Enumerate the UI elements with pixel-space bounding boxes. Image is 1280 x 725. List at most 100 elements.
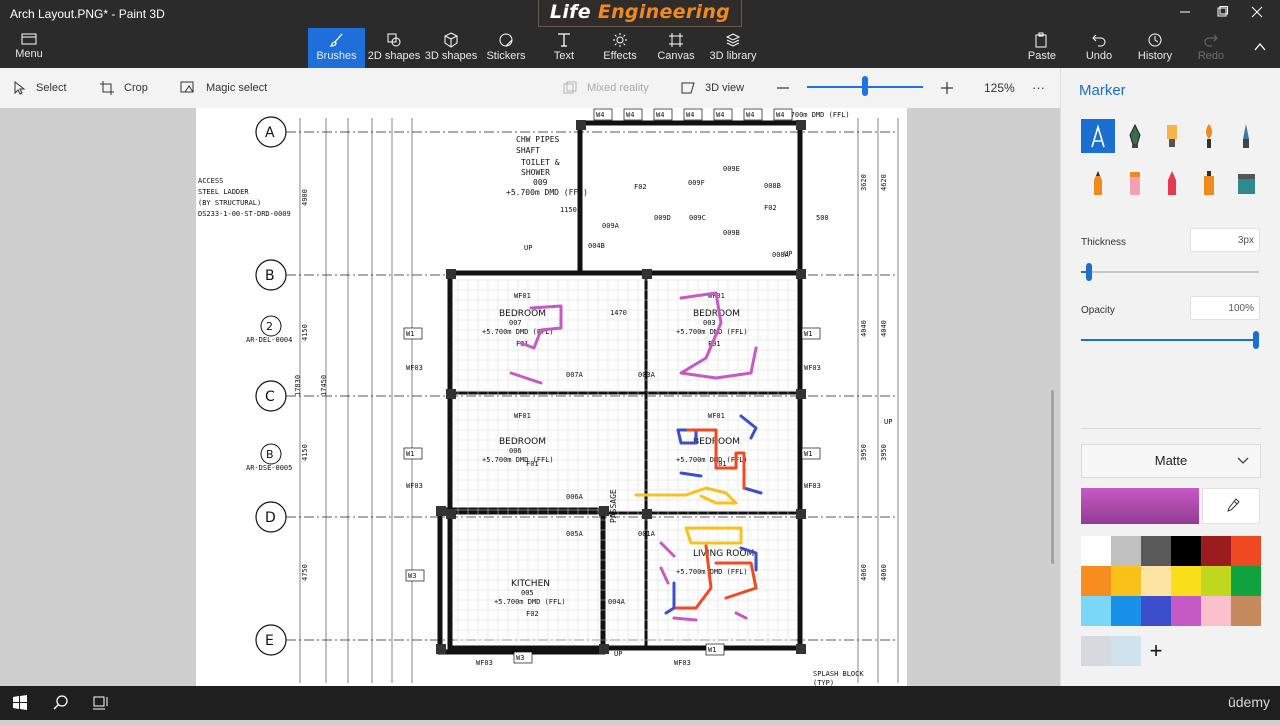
select-tool[interactable]: Select — [14, 68, 67, 108]
tab-effects[interactable]: Effects — [596, 28, 644, 68]
search-icon — [53, 695, 68, 710]
brush-spray-can[interactable] — [1192, 166, 1226, 200]
brush-crayon[interactable] — [1155, 166, 1189, 200]
brush-fill[interactable] — [1229, 166, 1263, 200]
plan-tag: 1150 — [560, 206, 577, 214]
color-swatch[interactable] — [1081, 566, 1111, 596]
zoom-in-button[interactable] — [940, 68, 964, 108]
watercolor-icon — [1206, 124, 1212, 148]
color-swatch[interactable] — [1081, 596, 1111, 626]
dimension-text: 17830 — [294, 375, 302, 396]
opacity-input[interactable]: 100% — [1190, 296, 1260, 320]
search-button[interactable] — [40, 686, 80, 720]
window-tag-text: W4 — [686, 111, 694, 119]
more-options-button[interactable]: ··· — [1032, 68, 1045, 108]
crop-tool[interactable]: Crop — [100, 68, 148, 108]
thickness-input[interactable]: 3px — [1190, 228, 1260, 252]
crayon-icon — [1168, 171, 1176, 195]
start-button[interactable] — [0, 686, 40, 720]
history-button[interactable]: History — [1132, 28, 1178, 68]
color-swatch[interactable] — [1231, 596, 1261, 626]
vertical-scrollbar[interactable] — [1051, 390, 1054, 564]
current-color-swatch[interactable] — [1081, 488, 1199, 524]
thickness-slider-track[interactable] — [1081, 271, 1259, 273]
drawing-canvas[interactable]: A B C D E 4900 4150 4150 4750 17830 17450 2 AR-DEL-0… — [196, 108, 907, 686]
task-view-button[interactable] — [80, 686, 120, 720]
chevron-down-icon — [1237, 457, 1249, 464]
tab-text[interactable]: Text — [540, 28, 588, 68]
watermark-part2: Engineering — [590, 1, 731, 23]
3d-view-button[interactable]: 3D view — [681, 68, 744, 108]
brush-watercolor[interactable] — [1192, 119, 1226, 153]
color-swatch[interactable] — [1171, 596, 1201, 626]
color-swatch[interactable] — [1111, 536, 1141, 566]
tab-label: 3D library — [709, 50, 757, 62]
color-swatch[interactable] — [1141, 596, 1171, 626]
note-text: STEEL LADDER — [198, 188, 249, 196]
history-label: History — [1137, 50, 1173, 62]
window-tag-text: W1 — [804, 450, 812, 458]
color-swatch[interactable] — [1201, 596, 1231, 626]
plan-tag: 009F — [688, 179, 705, 187]
eyedropper-button[interactable] — [1202, 488, 1260, 524]
color-swatch[interactable] — [1231, 536, 1261, 566]
paste-button[interactable]: Paste — [1020, 28, 1064, 68]
tab-3d-shapes[interactable]: 3D shapes — [424, 28, 478, 68]
color-swatch[interactable] — [1201, 536, 1231, 566]
toilet-text: SHOWER — [521, 168, 550, 177]
tab-label: Text — [553, 50, 575, 62]
custom-color-swatch[interactable] — [1111, 636, 1141, 666]
tab-2d-shapes[interactable]: 2D shapes — [366, 28, 422, 68]
brush-marker[interactable] — [1081, 119, 1115, 153]
custom-color-swatch[interactable] — [1081, 636, 1111, 666]
close-button[interactable] — [1234, 0, 1280, 28]
plan-tag: 004B — [588, 242, 605, 250]
undo-button[interactable]: Undo — [1077, 28, 1121, 68]
color-swatch[interactable] — [1111, 596, 1141, 626]
zoom-slider-thumb[interactable] — [862, 76, 868, 96]
add-color-button[interactable]: + — [1141, 636, 1171, 666]
menu-button[interactable]: Menu — [2, 28, 56, 68]
paste-icon — [1035, 32, 1047, 48]
grid-label: C — [265, 389, 275, 405]
note-text: DS233-1-00-ST-DRD-0009 — [198, 210, 291, 218]
canvas-area[interactable]: A B C D E 4900 4150 4150 4750 17830 17450 2 AR-DEL-0… — [0, 108, 1060, 686]
paste-label: Paste — [1027, 50, 1057, 62]
window-tag-text: W4 — [746, 111, 754, 119]
opacity-slider-thumb[interactable] — [1253, 331, 1259, 349]
magic-select-label: Magic select — [206, 82, 268, 94]
color-swatch[interactable] — [1231, 566, 1261, 596]
tab-brushes[interactable]: Brushes — [308, 28, 365, 68]
mixed-reality-button[interactable]: Mixed reality — [563, 68, 649, 108]
color-swatch[interactable] — [1171, 566, 1201, 596]
color-swatch[interactable] — [1171, 536, 1201, 566]
tab-stickers[interactable]: Stickers — [481, 28, 531, 68]
zoom-out-button[interactable] — [776, 68, 800, 108]
brush-icon — [328, 33, 342, 47]
brush-eraser[interactable] — [1118, 166, 1152, 200]
minimize-icon — [1180, 11, 1190, 13]
panel-title: Marker — [1079, 82, 1126, 99]
color-swatch[interactable] — [1081, 536, 1111, 566]
finish-dropdown[interactable]: Matte — [1081, 444, 1261, 478]
brush-pixel-pen[interactable] — [1229, 119, 1263, 153]
brush-pencil[interactable] — [1081, 166, 1115, 200]
color-swatch[interactable] — [1111, 566, 1141, 596]
note-text: ACCESS — [198, 177, 223, 185]
tab-canvas[interactable]: Canvas — [652, 28, 700, 68]
tab-3d-library[interactable]: 3D library — [708, 28, 758, 68]
plan-tag: 007A — [566, 371, 584, 379]
redo-button[interactable]: Redo — [1189, 28, 1233, 68]
thickness-slider-thumb[interactable] — [1086, 263, 1093, 281]
magic-select-tool[interactable]: Magic select — [180, 68, 267, 108]
color-swatch[interactable] — [1141, 536, 1171, 566]
brush-oil-brush[interactable] — [1155, 119, 1189, 153]
brush-calligraphy-pen[interactable] — [1118, 119, 1152, 153]
color-swatch[interactable] — [1201, 566, 1231, 596]
dimension-text: 4620 — [880, 174, 888, 191]
plan-tag: WF03 — [406, 482, 423, 490]
color-swatch[interactable] — [1141, 566, 1171, 596]
collapse-ribbon-button[interactable] — [1246, 28, 1274, 68]
plan-tag: 005A — [566, 530, 584, 538]
pencil-icon — [1094, 171, 1102, 195]
